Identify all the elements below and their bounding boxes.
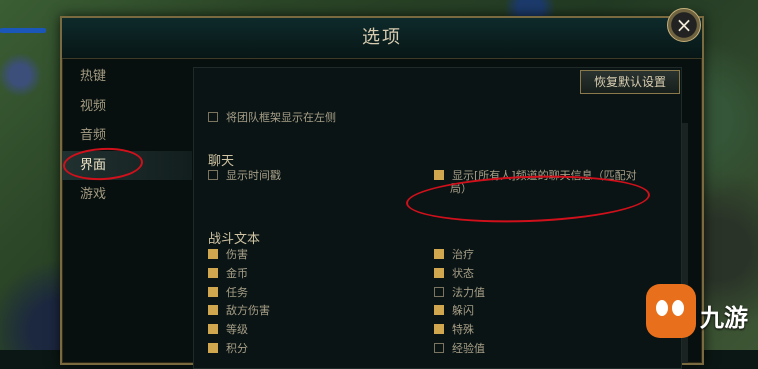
level-label: 等级 (226, 323, 248, 336)
status-label: 状态 (452, 267, 474, 280)
combat-text-heading: 战斗文本 (208, 232, 261, 247)
damage-checkbox[interactable] (208, 249, 218, 259)
enemy-damage-label: 敌方伤害 (226, 304, 270, 317)
timestamp-option[interactable]: 显示时间戳 (208, 167, 281, 183)
heal-checkbox[interactable] (434, 249, 444, 259)
watermark-logo: 九游 (640, 282, 758, 346)
score-checkbox[interactable] (208, 343, 218, 353)
damage-label: 伤害 (226, 248, 248, 261)
timestamp-label: 显示时间戳 (226, 169, 281, 182)
level-checkbox[interactable] (208, 324, 218, 334)
combat-right-item[interactable]: 治疗 (434, 246, 474, 262)
combat-left-item[interactable]: 等级 (208, 321, 248, 337)
sidebar-item-video[interactable]: 视频 (62, 92, 192, 122)
combat-left-item[interactable]: 金币 (208, 265, 248, 281)
quest-label: 任务 (226, 286, 248, 299)
dodge-checkbox[interactable] (434, 305, 444, 315)
experience-label: 经验值 (452, 342, 485, 355)
all-chat-checkbox[interactable] (434, 170, 444, 180)
team-frame-label: 将团队框架显示在左侧 (226, 111, 336, 124)
options-window: 选项 热键 视频 音频 界面 游戏 恢复默认设置 将团队框架显示在左侧 聊天 显… (60, 16, 704, 369)
sidebar-item-game[interactable]: 游戏 (62, 180, 192, 210)
close-button[interactable]: × (667, 8, 701, 42)
combat-left-item[interactable]: 任务 (208, 284, 248, 300)
dodge-label: 躲闪 (452, 304, 474, 317)
timestamp-checkbox[interactable] (208, 170, 218, 180)
watermark-eye-icon (672, 300, 684, 316)
watermark-text: 九游 (700, 304, 748, 332)
quest-checkbox[interactable] (208, 287, 218, 297)
reset-defaults-button[interactable]: 恢复默认设置 (580, 70, 680, 94)
team-frame-checkbox[interactable] (208, 112, 218, 122)
watermark-badge-icon (646, 284, 696, 338)
window-title: 选项 (362, 27, 402, 48)
gold-checkbox[interactable] (208, 268, 218, 278)
watermark-eye-icon (656, 300, 668, 316)
combat-left-item[interactable]: 敌方伤害 (208, 302, 270, 318)
combat-left-item[interactable]: 伤害 (208, 246, 248, 262)
heal-label: 治疗 (452, 248, 474, 261)
combat-right-item[interactable]: 法力值 (434, 284, 485, 300)
combat-left-item[interactable]: 积分 (208, 340, 248, 356)
team-frame-option[interactable]: 将团队框架显示在左侧 (208, 109, 336, 125)
combat-right-item[interactable]: 经验值 (434, 340, 485, 356)
options-sidebar: 热键 视频 音频 界面 游戏 (62, 62, 192, 210)
mana-checkbox[interactable] (434, 287, 444, 297)
health-bar-fragment (0, 28, 46, 33)
combat-right-item[interactable]: 状态 (434, 265, 474, 281)
experience-checkbox[interactable] (434, 343, 444, 353)
special-label: 特殊 (452, 323, 474, 336)
title-bar: 选项 (62, 18, 702, 59)
sidebar-item-audio[interactable]: 音频 (62, 121, 192, 151)
combat-right-item[interactable]: 躲闪 (434, 302, 474, 318)
sidebar-item-hotkeys[interactable]: 热键 (62, 62, 192, 92)
mana-label: 法力值 (452, 286, 485, 299)
special-checkbox[interactable] (434, 324, 444, 334)
gold-label: 金币 (226, 267, 248, 280)
score-label: 积分 (226, 342, 248, 355)
enemy-damage-checkbox[interactable] (208, 305, 218, 315)
combat-right-item[interactable]: 特殊 (434, 321, 474, 337)
status-checkbox[interactable] (434, 268, 444, 278)
